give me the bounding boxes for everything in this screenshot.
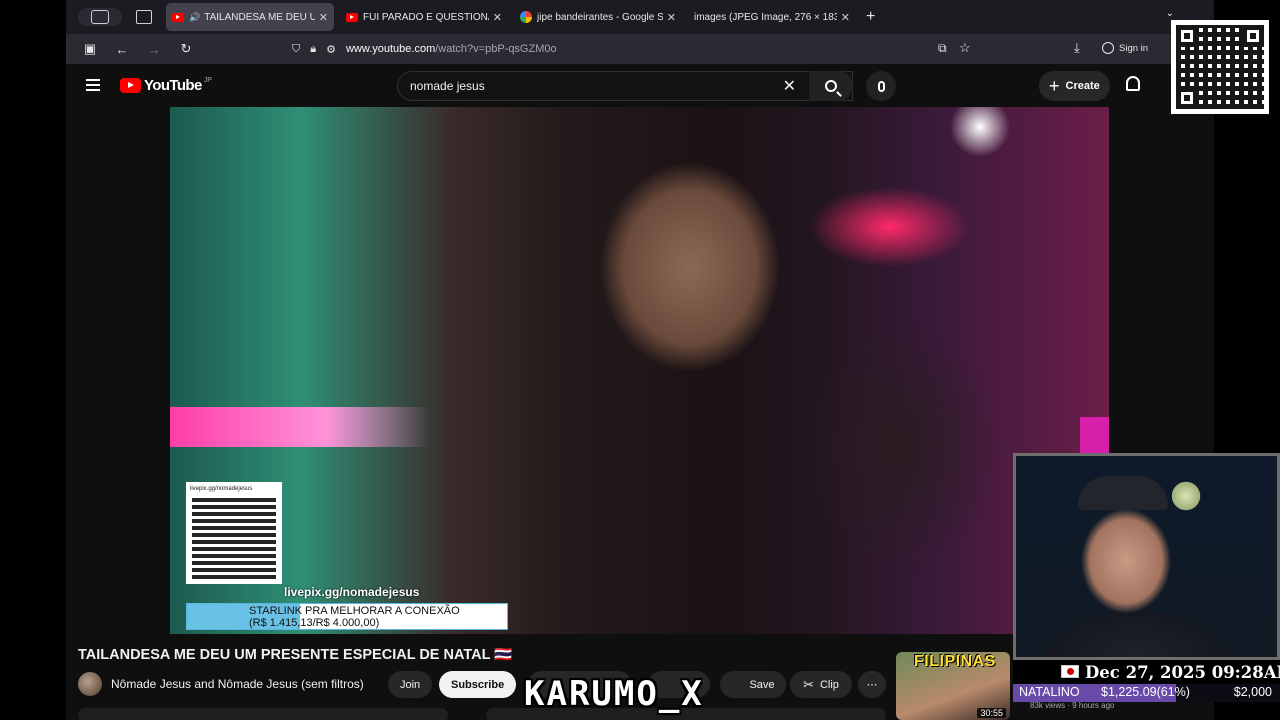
search-value: nomade jesus xyxy=(410,79,485,93)
sidebar-icon[interactable]: ▣ xyxy=(82,41,98,57)
tab-title: images (JPEG Image, 276 × 183 pix xyxy=(694,11,837,23)
save-button[interactable]: Save xyxy=(720,671,786,698)
thumbnail-text: FILIPINAS xyxy=(914,653,996,670)
tab-title: jipe bandeirantes - Google Sear xyxy=(537,11,663,23)
youtube-play-icon xyxy=(120,78,141,93)
streamer-webcam xyxy=(1013,453,1280,660)
qr-code-image xyxy=(1176,25,1264,109)
list-tabs-chevron-down-icon[interactable]: ⌄ xyxy=(1166,8,1174,19)
address-bar[interactable]: ⛉ 🔒︎ ⚙︎ www.youtube.com/watch?v=pbP-qsGZ… xyxy=(292,36,992,62)
sign-in-button[interactable]: Sign in xyxy=(1102,42,1148,54)
youtube-header: YouTube JP nomade jesus ✕ + Create xyxy=(66,64,1214,107)
tab-title: TAILANDESA ME DEU UM P xyxy=(204,11,315,23)
plus-icon: + xyxy=(1049,76,1060,96)
close-tab-icon[interactable]: ✕ xyxy=(493,11,502,24)
download-icon[interactable]: ⤓ xyxy=(1074,40,1080,56)
navigation-toolbar: ▣ ← → ↻ ⛉ 🔒︎ ⚙︎ www.youtube.com/watch?v=… xyxy=(66,34,1214,64)
shield-icon[interactable]: ⛉ xyxy=(292,43,300,56)
clip-button[interactable]: ✂ Clip xyxy=(790,671,852,698)
microphone-icon xyxy=(877,80,885,92)
more-actions-button[interactable]: ⋯ xyxy=(858,671,886,698)
donation-goal-bar: STARLINK PRA MELHORAR A CONEXÃO (R$ 1.41… xyxy=(186,603,508,630)
recommended-video-meta: 83k views · 9 hours ago xyxy=(1030,701,1115,710)
qr-finder xyxy=(1176,87,1198,109)
reload-icon[interactable]: ↻ xyxy=(178,41,194,57)
create-label: Create xyxy=(1065,80,1100,92)
youtube-favicon-icon xyxy=(346,12,358,22)
streamer-watermark: KARUMO_X xyxy=(524,674,704,714)
qr-finder xyxy=(1242,25,1264,47)
google-favicon-icon xyxy=(520,11,532,23)
url-host: www.youtube.com xyxy=(345,43,436,55)
clip-label: Clip xyxy=(819,678,839,691)
logo-country-code: JP xyxy=(203,77,212,84)
neon-light xyxy=(170,407,430,447)
stream-goal-name: NATALINO xyxy=(1019,685,1080,699)
sidebar-icon xyxy=(91,10,109,24)
tab-jpeg-image[interactable]: images (JPEG Image, 276 × 183 pix ✕ xyxy=(688,3,856,31)
youtube-logo[interactable]: YouTube JP xyxy=(120,77,212,94)
close-tab-icon[interactable]: ✕ xyxy=(319,11,328,24)
recommended-video-thumbnail[interactable]: FILIPINAS 30:55 xyxy=(896,652,1010,720)
streamer-cap xyxy=(1078,476,1168,510)
subscribe-button[interactable]: Subscribe xyxy=(439,671,517,698)
join-button[interactable]: Join xyxy=(388,671,433,698)
stream-goal-bar: NATALINO $1,225.09(61%) $2,000 xyxy=(1013,684,1280,702)
donation-goal-amount: (R$ 1.415,13/R$ 4.000,00) xyxy=(249,617,380,629)
notifications-bell-icon[interactable] xyxy=(1126,76,1140,91)
video-player[interactable]: livepix.gg/nomadejesus livepix.gg/nomade… xyxy=(170,107,1109,634)
stream-goal-amount: $1,225.09(61%) xyxy=(1101,685,1190,699)
create-button[interactable]: + Create xyxy=(1039,71,1110,101)
lock-icon[interactable]: 🔒︎ xyxy=(310,43,316,56)
forward-arrow-icon[interactable]: → xyxy=(146,42,162,57)
more-icon: ⋯ xyxy=(866,679,878,691)
sidebar-toggle-button[interactable] xyxy=(78,8,122,26)
tab-overview-icon[interactable] xyxy=(136,10,152,24)
picture-in-picture-icon[interactable]: ⧉ xyxy=(938,41,947,56)
tab-google-search[interactable]: jipe bandeirantes - Google Sear ✕ xyxy=(514,3,682,31)
qr-caption: livepix.gg/nomadejesus xyxy=(190,486,253,492)
youtube-favicon-icon xyxy=(172,12,184,22)
sign-in-label: Sign in xyxy=(1119,42,1149,54)
tab-fui-parado[interactable]: FUI PARADO E QUESTIONADO E ✕ xyxy=(340,3,508,31)
search-icon xyxy=(825,80,837,92)
speaker-icon[interactable]: 🔊 xyxy=(189,12,200,23)
channel-name[interactable]: Nômade Jesus and Nômade Jesus (sem filtr… xyxy=(111,677,364,691)
qr-code-image xyxy=(192,495,276,579)
permissions-icon[interactable]: ⚙︎ xyxy=(326,43,336,56)
stream-goal-target: $2,000 xyxy=(1233,685,1272,699)
neon-light xyxy=(1080,417,1109,457)
video-title: TAILANDESA ME DEU UM PRESENTE ESPECIAL D… xyxy=(78,647,513,663)
donation-goal-label: STARLINK PRA MELHORAR A CONEXÃO xyxy=(249,605,460,617)
bookmark-star-icon[interactable]: ☆ xyxy=(959,40,971,56)
livepix-qr-code: livepix.gg/nomadejesus xyxy=(186,482,282,584)
scissors-icon: ✂ xyxy=(803,676,814,692)
stream-qr-code xyxy=(1171,20,1269,114)
channel-avatar[interactable] xyxy=(78,672,102,696)
tab-tailandesa[interactable]: 🔊 TAILANDESA ME DEU UM P ✕ xyxy=(166,3,334,31)
qr-finder xyxy=(1176,25,1198,47)
back-arrow-icon[interactable]: ← xyxy=(114,42,130,57)
search-input[interactable]: nomade jesus ✕ xyxy=(397,71,853,101)
voice-search-button[interactable] xyxy=(866,71,896,101)
livepix-url: livepix.gg/nomadejesus xyxy=(284,585,420,599)
clear-search-icon[interactable]: ✕ xyxy=(783,76,796,96)
tab-strip: 🔊 TAILANDESA ME DEU UM P ✕ FUI PARADO E … xyxy=(66,0,1214,34)
url-path: /watch?v=pbP-qsGZM0o xyxy=(435,43,557,55)
stream-date-time: Dec 27, 2025 09:28AM xyxy=(1085,662,1280,682)
close-tab-icon[interactable]: ✕ xyxy=(841,11,850,24)
close-tab-icon[interactable]: ✕ xyxy=(667,11,676,24)
tab-title: FUI PARADO E QUESTIONADO E xyxy=(363,11,489,23)
video-duration: 30:55 xyxy=(977,708,1006,718)
logo-text: YouTube xyxy=(144,77,202,94)
menu-icon[interactable] xyxy=(86,79,100,91)
stream-date-bar: Dec 27, 2025 09:28AM xyxy=(1013,660,1280,684)
description-box[interactable] xyxy=(78,708,448,720)
search-button[interactable] xyxy=(809,71,853,101)
save-label: Save xyxy=(749,678,775,691)
account-icon xyxy=(1102,42,1114,54)
new-tab-button[interactable]: + xyxy=(866,8,875,26)
japan-flag-icon xyxy=(1061,665,1079,678)
